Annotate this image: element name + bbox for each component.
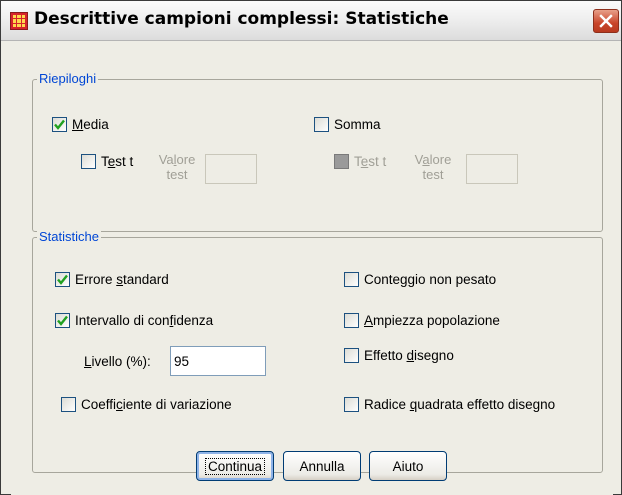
intervallo-confidenza-label: Intervallo di confidenza [75,313,214,328]
errore-standard-label: Errore standard [75,272,169,287]
title-bar[interactable]: Descrittive campioni complessi: Statisti… [1,1,621,41]
media-valore-test-input[interactable] [205,154,257,184]
conteggio-non-pesato-label: Conteggio non pesato [364,272,497,287]
media-checkbox[interactable]: Media [52,117,109,132]
somma-test-t-label: Test t [354,154,387,169]
checkmark-icon [57,274,68,285]
somma-checkbox[interactable]: Somma [314,117,381,132]
checkmark-icon [54,119,65,130]
spss-grid-icon [10,12,28,30]
annulla-button[interactable]: Annulla [283,451,361,481]
close-icon [599,14,613,28]
checkbox-box[interactable] [334,154,349,169]
aiuto-button[interactable]: Aiuto [369,451,447,481]
riepiloghi-legend: Riepiloghi [37,71,99,86]
errore-standard-checkbox[interactable]: Errore standard [55,272,169,287]
livello-input[interactable]: 95 [170,346,266,376]
coefficiente-variazione-checkbox[interactable]: Coefficiente di variazione [61,397,232,412]
media-test-t-label: Test t [101,154,134,169]
checkmark-icon [57,315,68,326]
coefficiente-variazione-label: Coefficiente di variazione [81,397,232,412]
checkbox-box[interactable] [55,272,70,287]
continua-label: Continua [204,457,266,475]
somma-test-t-checkbox[interactable]: Test t [334,154,386,169]
close-button[interactable] [593,9,619,33]
conteggio-non-pesato-checkbox[interactable]: Conteggio non pesato [344,272,496,287]
statistiche-legend: Statistiche [37,229,101,244]
checkbox-box[interactable] [55,313,70,328]
somma-valore-test-input[interactable] [466,154,518,184]
aiuto-label: Aiuto [392,458,424,474]
effetto-disegno-label: Effetto disegno [364,348,454,363]
somma-valore-test-label: Valore test [414,152,452,182]
checkbox-box[interactable] [61,397,76,412]
dialog-title: Descrittive campioni complessi: Statisti… [34,9,449,29]
checkbox-box[interactable] [52,117,67,132]
radice-quadrata-effetto-disegno-checkbox[interactable]: Radice quadrata effetto disegno [344,397,555,412]
checkbox-box[interactable] [81,154,96,169]
dialog-window: Descrittive campioni complessi: Statisti… [0,0,622,495]
checkbox-box[interactable] [344,348,359,363]
checkbox-box[interactable] [344,272,359,287]
somma-label: Somma [334,117,381,132]
media-test-t-checkbox[interactable]: Test t [81,154,133,169]
effetto-disegno-checkbox[interactable]: Effetto disegno [344,348,454,363]
media-valore-test-label: Valore test [158,152,196,182]
checkbox-box[interactable] [344,397,359,412]
ampiezza-popolazione-label: Ampiezza popolazione [364,313,500,328]
checkbox-box[interactable] [344,313,359,328]
livello-label: Livello (%): [84,354,151,369]
ampiezza-popolazione-checkbox[interactable]: Ampiezza popolazione [344,313,500,328]
intervallo-confidenza-checkbox[interactable]: Intervallo di confidenza [55,313,213,328]
dialog-content: Riepiloghi Media Test t Valore test Somm… [11,41,613,495]
radice-quadrata-effetto-disegno-label: Radice quadrata effetto disegno [364,397,556,412]
media-label: Media [72,117,109,132]
annulla-label: Annulla [299,458,345,474]
continua-button[interactable]: Continua [196,451,274,481]
checkbox-box[interactable] [314,117,329,132]
